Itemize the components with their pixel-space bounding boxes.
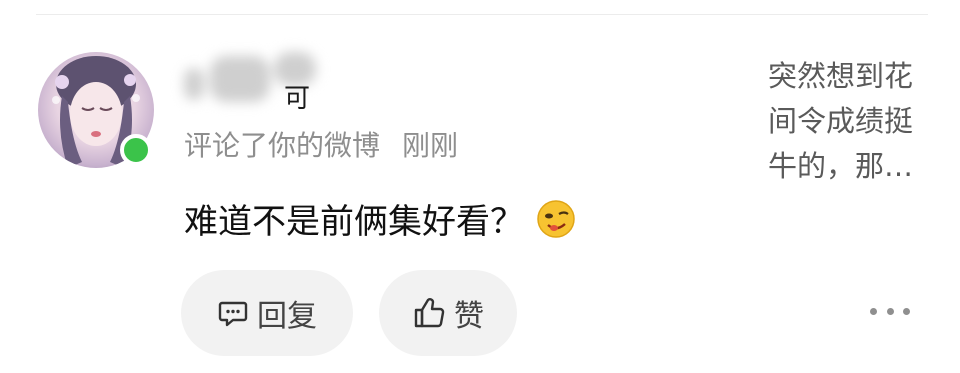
- comment-text-row: 难道不是前俩集好看？: [184, 194, 576, 243]
- more-dot: [903, 307, 910, 315]
- smirk-emoji-icon: [536, 199, 576, 239]
- reply-button[interactable]: 回复: [181, 270, 353, 356]
- thumbs-up-icon: [412, 296, 446, 330]
- comment-bubble-icon: [217, 297, 249, 329]
- comment-meta: 评论了你的微博 刚刚: [184, 124, 458, 164]
- timestamp: 刚刚: [402, 129, 459, 162]
- online-status-dot: [120, 134, 152, 166]
- more-dot: [886, 307, 894, 315]
- top-divider: [36, 14, 928, 15]
- username-visible-part[interactable]: 可: [284, 78, 310, 115]
- more-dots-icon[interactable]: [870, 296, 910, 326]
- comment-text: 难道不是前俩集好看？: [184, 202, 524, 242]
- more-dot: [870, 307, 877, 315]
- quoted-post-excerpt[interactable]: 突然想到花间令成绩挺牛的，那…: [768, 54, 936, 189]
- like-label: 赞: [454, 299, 484, 334]
- like-button[interactable]: 赞: [379, 270, 517, 356]
- avatar[interactable]: [38, 52, 154, 168]
- reply-label: 回复: [257, 299, 317, 334]
- action-text: 评论了你的微博: [184, 129, 381, 162]
